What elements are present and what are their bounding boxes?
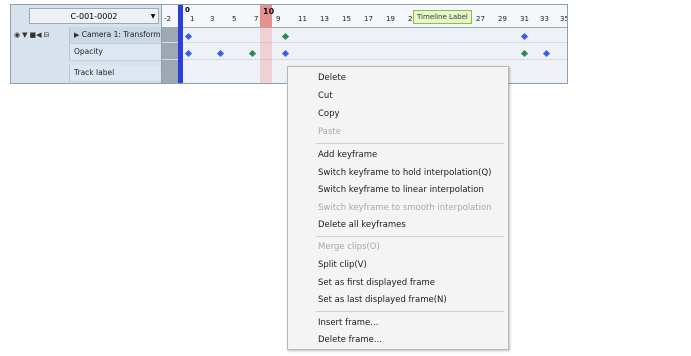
ruler-tick: 1	[190, 15, 195, 23]
ruler-tick: 17	[364, 15, 373, 23]
track-row-transform[interactable]: ◉ ▼ ■◀ ⊟ ▶ Camera 1: Transform	[11, 26, 161, 44]
menu-item-add-keyframe[interactable]: Add keyframe	[318, 150, 377, 160]
track-label-transform: Camera 1: Transform	[81, 30, 161, 39]
ruler-tick: 11	[298, 15, 307, 23]
ruler-tick: 35	[560, 15, 567, 23]
range-start-label: 0	[185, 6, 190, 14]
menu-item-set-first-frame[interactable]: Set as first displayed frame	[318, 278, 435, 288]
menu-item-smooth-interp: Switch keyframe to smooth interpolation	[318, 203, 492, 213]
menu-item-merge-clips: Merge clips(O)	[318, 242, 380, 252]
menu-separator	[316, 143, 504, 144]
timeline-label-tooltip: Timeline Label	[413, 10, 472, 24]
ruler-tick: 7	[254, 15, 259, 23]
menu-item-linear-interp[interactable]: Switch keyframe to linear interpolation	[318, 185, 484, 195]
ruler-tick: 27	[476, 15, 485, 23]
menu-item-cut[interactable]: Cut	[318, 91, 333, 101]
menu-item-hold-interp[interactable]: Switch keyframe to hold interpolation(Q)	[318, 168, 491, 178]
ruler-tick: 9	[276, 15, 281, 23]
ruler-tick: 31	[520, 15, 529, 23]
track-row-label[interactable]: Track label	[11, 64, 161, 82]
menu-item-insert-frame[interactable]: Insert frame...	[318, 318, 378, 328]
track-label-opacity: Opacity	[74, 47, 103, 56]
track-label-text: Track label	[74, 68, 115, 77]
menu-item-split-clip[interactable]: Split clip(V)	[318, 260, 367, 270]
context-menu: Delete Cut Copy Paste Add keyframe Switc…	[287, 66, 509, 350]
range-start-marker[interactable]	[178, 5, 183, 83]
ruler-tick: 29	[498, 15, 507, 23]
collapse-box-icon[interactable]: ⊟	[44, 31, 50, 39]
frame-ruler[interactable]: -2 1 3 5 7 9 11 13 15 17 19 21 27 29 31 …	[162, 5, 567, 28]
camera-icon: ■◀	[29, 31, 42, 39]
play-triangle-icon[interactable]: ▶	[74, 31, 79, 39]
ruler-tick: 13	[320, 15, 329, 23]
ruler-tick: 19	[386, 15, 395, 23]
menu-item-copy[interactable]: Copy	[318, 109, 340, 119]
expand-arrow-icon[interactable]: ▼	[22, 31, 27, 39]
current-frame-label: 10	[263, 7, 275, 16]
ruler-tick: 33	[540, 15, 549, 23]
menu-item-delete-all-keyframes[interactable]: Delete all keyframes	[318, 220, 406, 230]
menu-item-delete-frame[interactable]: Delete frame...	[318, 335, 382, 345]
menu-separator	[316, 236, 504, 237]
menu-item-set-last-frame[interactable]: Set as last displayed frame(N)	[318, 295, 447, 305]
eye-icon[interactable]: ◉	[14, 31, 20, 39]
clip-selector-value: C-001-0002	[70, 11, 118, 21]
ruler-tick: 3	[210, 15, 215, 23]
menu-item-delete[interactable]: Delete	[318, 73, 346, 83]
track-header-panel: C-001-0002 ▼ ◉ ▼ ■◀ ⊟ ▶ Camera 1: Transf…	[10, 4, 162, 84]
track-row-opacity[interactable]: Opacity	[11, 43, 161, 61]
menu-item-paste: Paste	[318, 127, 341, 137]
dropdown-arrow-icon[interactable]: ▼	[148, 13, 158, 20]
ruler-tick: 5	[232, 15, 237, 23]
ruler-tick: 15	[342, 15, 351, 23]
ruler-tick: -2	[164, 15, 171, 23]
keyframe-row-transform[interactable]	[162, 27, 567, 43]
menu-separator	[316, 311, 504, 312]
clip-selector-dropdown[interactable]: C-001-0002 ▼	[29, 8, 159, 24]
